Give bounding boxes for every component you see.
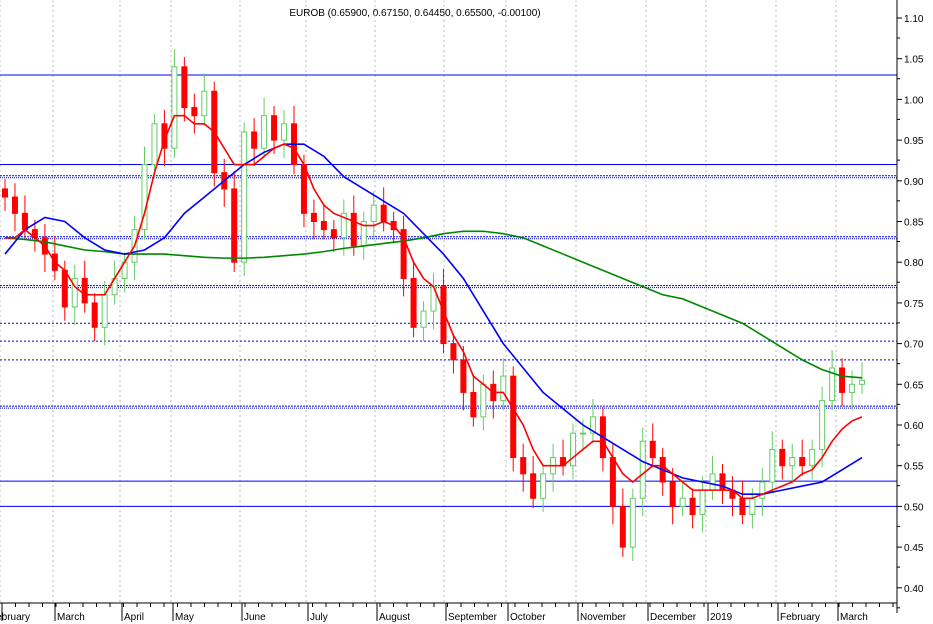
candle-body: [241, 131, 248, 263]
price-chart: EUROB (0.65900, 0.67150, 0.64450, 0.6550…: [0, 0, 924, 623]
candle-body: [410, 277, 417, 328]
candle-body: [11, 196, 18, 214]
candle-body: [171, 66, 178, 149]
candle-body: [619, 505, 626, 548]
x-tick-label: February: [0, 612, 30, 623]
candle-body: [629, 497, 636, 548]
y-tick-label: 1.10: [904, 14, 924, 25]
candle-body: [271, 115, 278, 141]
candle-body: [251, 131, 258, 149]
y-tick-label: 1.05: [904, 55, 924, 66]
y-tick-label: 0.40: [904, 584, 924, 595]
candle-body: [21, 212, 28, 231]
x-tick-label: October: [510, 612, 546, 623]
candle-body: [859, 379, 865, 385]
candle-body: [709, 473, 716, 491]
y-tick-label: 0.65: [904, 380, 924, 391]
candle-body: [759, 481, 766, 499]
candle-body: [320, 221, 327, 231]
candle-body: [699, 489, 706, 516]
y-tick-label: 0.90: [904, 177, 924, 188]
candle-body: [520, 457, 527, 475]
candle-body: [749, 497, 756, 516]
candle-body: [151, 123, 158, 166]
y-tick-label: 0.85: [904, 218, 924, 229]
candle-body: [639, 440, 646, 499]
candle-body: [789, 457, 796, 467]
y-tick-label: 0.75: [904, 299, 924, 310]
y-tick-label: 0.60: [904, 421, 924, 432]
candle-body: [540, 473, 547, 499]
x-tick-label: December: [650, 612, 697, 623]
candle-body: [370, 204, 377, 223]
candle-body: [530, 473, 537, 499]
candle-body: [799, 457, 806, 467]
y-tick-label: 1.00: [904, 95, 924, 106]
x-tick-label: March: [840, 612, 868, 623]
candle-body: [460, 359, 467, 393]
x-tick-label: August: [379, 612, 410, 623]
candle-body: [470, 391, 477, 418]
y-tick-label: 0.55: [904, 462, 924, 473]
candle-body: [420, 310, 427, 328]
candle-body: [2, 188, 8, 198]
candle-body: [231, 188, 238, 263]
candle-body: [450, 343, 457, 361]
candle-body: [649, 440, 656, 459]
candle-body: [500, 375, 507, 402]
candle-body: [380, 204, 387, 223]
candle-body: [809, 448, 816, 467]
candle-body: [849, 383, 856, 393]
x-tick-label: November: [580, 612, 627, 623]
candle-body: [719, 473, 726, 491]
candle-body: [61, 269, 68, 308]
chart-title: EUROB (0.65900, 0.67150, 0.64450, 0.6550…: [289, 8, 540, 19]
candle-body: [609, 457, 616, 507]
candle-body: [769, 448, 776, 483]
candle-body: [480, 383, 487, 418]
candle-body: [839, 367, 846, 393]
candle-body: [310, 212, 317, 223]
candle-body: [191, 107, 198, 117]
candle-body: [300, 164, 307, 214]
candle-body: [330, 229, 337, 239]
x-tick-label: May: [175, 612, 194, 623]
candle-body: [669, 481, 676, 507]
candle-body: [779, 448, 786, 467]
x-tick-label: 2019: [710, 612, 733, 623]
candle-body: [181, 66, 188, 109]
x-tick-label: June: [244, 612, 266, 623]
candle-body: [350, 212, 357, 247]
candle-body: [570, 432, 577, 467]
y-tick-label: 0.70: [904, 340, 924, 351]
candle-body: [101, 294, 108, 328]
y-tick-label: 0.95: [904, 136, 924, 147]
candle-body: [579, 432, 586, 435]
candle-body: [689, 497, 696, 516]
x-tick-label: September: [448, 612, 498, 623]
x-tick-label: July: [310, 612, 328, 623]
x-tick-label: April: [124, 612, 144, 623]
candle-body: [81, 277, 88, 304]
candle-body: [739, 497, 746, 516]
candle-body: [91, 302, 98, 328]
x-tick-label: February: [780, 612, 820, 623]
candle-body: [261, 115, 268, 149]
x-tick-label: March: [57, 612, 85, 623]
y-tick-label: 0.50: [904, 502, 924, 513]
candle-body: [201, 90, 208, 117]
y-tick-label: 0.45: [904, 543, 924, 554]
candle-body: [510, 375, 517, 459]
candle-body: [819, 400, 826, 450]
y-tick-label: 0.80: [904, 258, 924, 269]
candle-body: [679, 497, 686, 507]
candle-body: [281, 123, 288, 141]
